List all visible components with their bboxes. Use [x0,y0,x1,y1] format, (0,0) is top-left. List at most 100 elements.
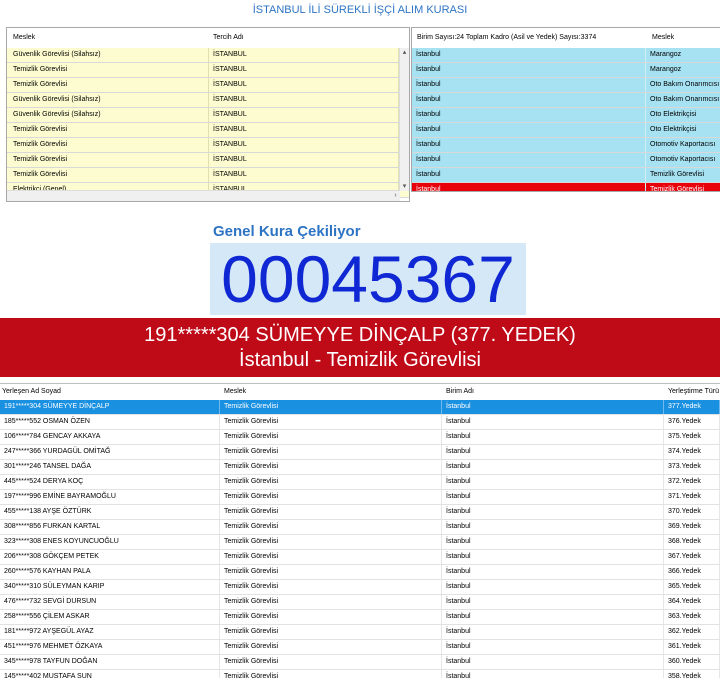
tercih-cell: İSTANBUL [209,63,399,77]
meslek-cell: Marangoz [646,48,720,62]
table-row[interactable]: Güvenlik Görevlisi (Silahsız) İSTANBUL [7,93,409,108]
column-header-tercih[interactable]: Tercih Adı [213,28,393,48]
results-grid[interactable]: Yerleşen Ad Soyad Meslek Birim Adı Yerle… [0,383,720,678]
table-row[interactable]: 323*****308 ENES KOYUNCUOĞLU Temizlik Gör… [0,535,720,550]
ad-soyad-cell: 185*****552 OSMAN ÖZEN [0,415,220,429]
meslek-cell: Temizlik Görevlisi [220,565,442,579]
tercih-cell: İSTANBUL [209,93,399,107]
preference-grid-header: Meslek Tercih Adı [7,28,409,48]
draw-status-label: Genel Kura Çekiliyor [213,223,361,240]
birim-cell: İstanbul [442,610,664,624]
preference-grid-body: Güvenlik Görevlisi (Silahsız) İSTANBUL Tem… [7,48,409,198]
table-row[interactable]: Temizlik Görevlisi İSTANBUL [7,138,409,153]
table-row[interactable]: İstanbul Otomotiv Kaportacısı [412,153,720,168]
table-row[interactable]: 345*****978 TAYFUN DOĞAN Temizlik Görevli… [0,655,720,670]
draw-number-display: 00045367 [210,243,526,315]
birim-cell: İstanbul [412,108,646,122]
winner-banner: 191*****304 SÜMEYYE DİNÇALP (377. YEDEK)… [0,318,720,377]
birim-cell: İstanbul [412,168,646,182]
table-row[interactable]: Güvenlik Görevlisi (Silahsız) İSTANBUL [7,48,409,63]
table-row[interactable]: Temizlik Görevlisi İSTANBUL [7,78,409,93]
preference-grid[interactable]: Meslek Tercih Adı Güvenlik Görevlisi (Si… [6,27,410,202]
table-row[interactable]: 455*****138 AYŞE ÖZTÜRK Temizlik Görevlis… [0,505,720,520]
table-row[interactable]: 308*****856 FURKAN KARTAL Temizlik Görevl… [0,520,720,535]
birim-cell: İstanbul [442,415,664,429]
meslek-cell: Temizlik Görevlisi [220,580,442,594]
table-row[interactable]: 181*****972 AYŞEGÜL AYAZ Temizlik Görevli… [0,625,720,640]
chevron-right-icon[interactable]: › [391,191,400,200]
ad-soyad-cell: 323*****308 ENES KOYUNCUOĞLU [0,535,220,549]
table-row[interactable]: İstanbulOto Bakım Onarımcısı (O [412,93,720,108]
birim-cell: İstanbul [442,505,664,519]
birim-cell: İstanbul [442,565,664,579]
birim-cell: İstanbul [442,430,664,444]
table-row[interactable]: 340*****310 SÜLEYMAN KARIP Temizlik Görev… [0,580,720,595]
meslek-cell: Temizlik Görevlisi [220,490,442,504]
table-row[interactable]: 476*****732 SEVGİ DURSUN Temizlik Görevli… [0,595,720,610]
column-header-birim-adi[interactable]: Birim Adı [446,384,646,400]
chevron-down-icon[interactable]: ▾ [400,182,409,191]
table-row[interactable]: 260*****576 KAYHAN PALA Temizlik Görevlis… [0,565,720,580]
yerlestirme-cell: 361.Yedek [664,640,720,654]
table-row[interactable]: 191*****304 SÜMEYYE DİNÇALP Temizlik Göre… [0,400,720,415]
yerlestirme-cell: 360.Yedek [664,655,720,669]
tercih-cell: İSTANBUL [209,168,399,182]
table-row[interactable]: Güvenlik Görevlisi (Silahsız) İSTANBUL [7,108,409,123]
column-header-birim[interactable]: Birim Sayısı:24 Toplam Kadro (Asil ve Ye… [417,28,647,48]
table-row[interactable]: İstanbul Oto Elektrikçisi [412,108,720,123]
yerlestirme-cell: 365.Yedek [664,580,720,594]
horizontal-scrollbar[interactable]: › [7,190,400,201]
ad-soyad-cell: 445*****524 DERYA KOÇ [0,475,220,489]
yerlestirme-cell: 375.Yedek [664,430,720,444]
table-row[interactable]: Temizlik Görevlisi İSTANBUL [7,63,409,78]
meslek-cell: Temizlik Görevlisi [220,415,442,429]
table-row[interactable]: İstanbul Otomotiv Kaportacısı [412,138,720,153]
table-row[interactable]: 197*****996 EMİNE BAYRAMOĞLU Temizlik Gör… [0,490,720,505]
yerlestirme-cell: 373.Yedek [664,460,720,474]
meslek-cell: Temizlik Görevlisi [220,520,442,534]
vertical-scrollbar[interactable]: ▴ ▾ [399,48,409,191]
column-header-meslek[interactable]: Meslek [652,28,720,48]
tercih-cell: İSTANBUL [209,78,399,92]
table-row[interactable]: 247*****366 YURDAGÜL OMİTAĞ Temizlik Göre… [0,445,720,460]
table-row[interactable]: 451*****976 MEHMET ÖZKAYA Temizlik Görevl… [0,640,720,655]
table-row[interactable]: 258*****556 ÇİLEM ASKAR Temizlik Görevlis… [0,610,720,625]
table-row[interactable]: İstanbul Marangoz [412,63,720,78]
birim-cell: İstanbul [412,93,646,107]
column-header-meslek[interactable]: Meslek [13,28,203,48]
birim-cell: İstanbul [442,520,664,534]
table-row[interactable]: 206*****308 GÖKÇEM PETEK Temizlik Görevli… [0,550,720,565]
ad-soyad-cell: 345*****978 TAYFUN DOĞAN [0,655,220,669]
meslek-cell: Temizlik Görevlisi [9,153,209,167]
table-row[interactable]: İstanbul Oto Elektrikçisi [412,123,720,138]
chevron-up-icon[interactable]: ▴ [400,48,409,57]
table-row[interactable]: 185*****552 OSMAN ÖZEN Temizlik Görevlisi… [0,415,720,430]
table-row[interactable]: İstanbul Temizlik Görevlisi [412,168,720,183]
table-row[interactable]: Temizlik Görevlisi İSTANBUL [7,123,409,138]
birim-cell: İstanbul [412,183,646,191]
meslek-cell: Temizlik Görevlisi [220,445,442,459]
column-header-ad-soyad[interactable]: Yerleşen Ad Soyad [2,384,202,400]
meslek-cell: Temizlik Görevlisi [9,63,209,77]
yerlestirme-cell: 371.Yedek [664,490,720,504]
table-row[interactable]: İstanbul Marangoz [412,48,720,63]
column-header-meslek[interactable]: Meslek [224,384,424,400]
yerlestirme-cell: 369.Yedek [664,520,720,534]
column-header-yerlestirme-turu[interactable]: Yerleştirme Türü [668,384,720,400]
table-row[interactable]: Temizlik Görevlisi İSTANBUL [7,153,409,168]
meslek-cell: Temizlik Görevlisi [9,138,209,152]
yerlestirme-cell: 362.Yedek [664,625,720,639]
table-row[interactable]: 301*****246 TANSEL DAĞA Temizlik Görevlis… [0,460,720,475]
table-row[interactable]: 445*****524 DERYA KOÇ Temizlik Görevlisi İ… [0,475,720,490]
meslek-cell: Temizlik Görevlisi [220,535,442,549]
unit-grid[interactable]: Birim Sayısı:24 Toplam Kadro (Asil ve Ye… [411,27,720,192]
meslek-cell: Temizlik Görevlisi [220,610,442,624]
table-row[interactable]: 106*****784 GENCAY AKKAYA Temizlik Görevl… [0,430,720,445]
meslek-cell: Temizlik Görevlisi [220,655,442,669]
table-row[interactable]: İstanbul Temizlik Görevlisi [412,183,720,191]
table-row[interactable]: İstanbulOto Bakım Onarımcısı (O [412,78,720,93]
birim-cell: İstanbul [412,153,646,167]
table-row[interactable]: Temizlik Görevlisi İSTANBUL [7,168,409,183]
meslek-cell: Güvenlik Görevlisi (Silahsız) [9,108,209,122]
meslek-cell: Oto Elektrikçisi [646,123,720,137]
